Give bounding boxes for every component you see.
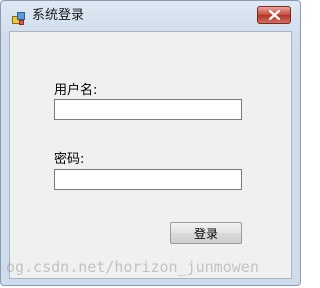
windows-form-icon <box>12 10 25 25</box>
form-client-area: 用户名: 密码: 登录 <box>9 31 292 279</box>
username-label: 用户名: <box>54 83 98 98</box>
username-input[interactable] <box>54 99 242 120</box>
password-label: 密码: <box>54 152 85 167</box>
password-input[interactable] <box>54 169 242 190</box>
window-title: 系统登录 <box>32 8 85 23</box>
close-icon <box>269 10 280 20</box>
login-window: 系统登录 用户名: 密码: 登录 <box>0 0 301 286</box>
close-button[interactable] <box>257 6 291 24</box>
title-bar[interactable]: 系统登录 <box>1 1 300 31</box>
login-button[interactable]: 登录 <box>170 222 242 244</box>
